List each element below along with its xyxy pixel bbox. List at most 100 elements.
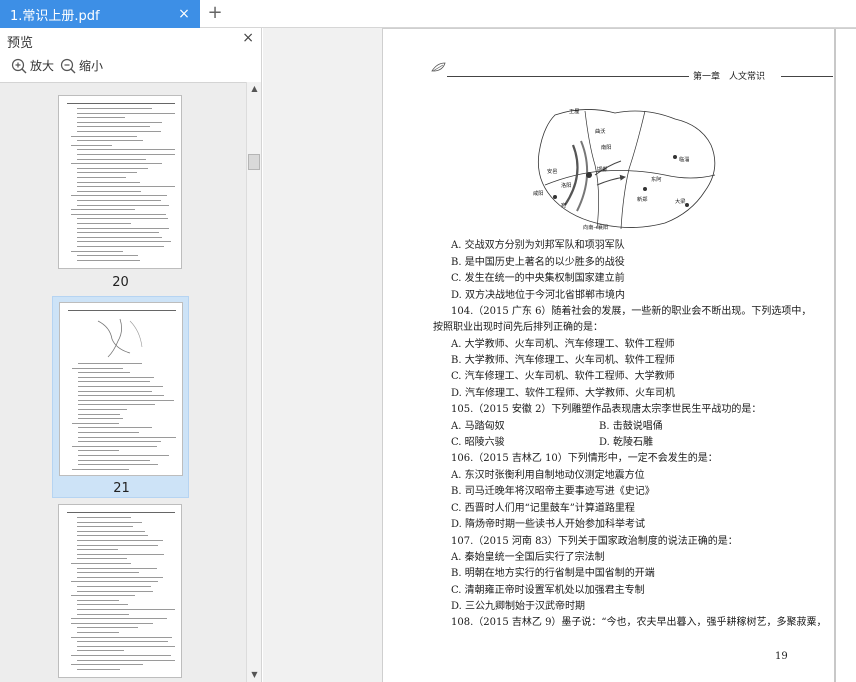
page-number: 19 <box>775 651 788 662</box>
zoom-out-icon <box>60 58 76 73</box>
thumbnail-text-line <box>72 468 129 470</box>
thumbnail-text-line <box>71 622 153 624</box>
text-line: D. 三公九卿制始于汉武帝时期 <box>451 601 586 612</box>
thumbnail-item[interactable]: 20 <box>52 95 189 295</box>
option-line: D. 乾陵石雕 <box>599 437 654 448</box>
map-label: 新郑 <box>637 195 648 203</box>
text-line: 107.（2015 河南 83）下列关于国家政治制度的说法正确的是： <box>451 536 738 547</box>
thumbnail-text-line <box>77 613 129 615</box>
thumbnail-text-line <box>77 204 169 206</box>
text-line: C. 汽车修理工、火车司机、软件工程师、大学教师 <box>451 371 675 382</box>
thumbnail-header-rule <box>67 103 175 104</box>
thumbnail-text-line <box>78 363 142 364</box>
thumbnail-text-line <box>77 126 150 128</box>
thumbnail-text-line <box>77 535 148 537</box>
thumbnail-text-line <box>71 209 135 211</box>
thumbnail-text-line <box>77 158 146 160</box>
text-line: A. 大学教师、火车司机、汽车修理工、软件工程师 <box>451 339 675 350</box>
page-edge <box>834 29 836 682</box>
thumbnail-text-line <box>77 200 161 201</box>
thumbnail-header-rule <box>67 512 175 513</box>
thumbnail-text-line <box>71 581 158 583</box>
document-tab[interactable]: 1.常识上册.pdf × <box>0 0 200 28</box>
thumbnail-text-line <box>77 517 131 518</box>
thumbnail-page-image[interactable] <box>58 95 182 269</box>
scroll-down-icon[interactable]: ▼ <box>247 668 262 682</box>
thumbnail-text-line <box>77 232 159 234</box>
text-line: 105.（2015 安徽 2）下列雕塑作品表现唐太宗李世民生平战功的是： <box>451 404 762 415</box>
text-line: A. 秦始皇统一全国后实行了宗法制 <box>451 552 605 563</box>
thumbnail-text-line <box>77 121 162 123</box>
thumbnail-text-line <box>77 227 169 229</box>
thumbnail-text-line <box>71 563 131 564</box>
thumbnail-text-line <box>77 117 125 119</box>
map-label: 王屋 <box>569 108 579 115</box>
thumbnail-text-line <box>77 590 153 592</box>
zoom-in-button[interactable]: 放大 <box>11 57 54 74</box>
text-line: C. 发生在统一的中央集权制国家建立前 <box>451 273 625 284</box>
document-view[interactable]: 第一章 人文常识 王屋 曲沃 南阳 邯郸 临淄 咸阳 洛阳 宛 东阿 大梁 新郑… <box>263 28 856 682</box>
option-line: C. 昭陵六骏 <box>451 437 505 448</box>
thumbnail-text-line <box>77 255 138 257</box>
new-tab-icon[interactable]: + <box>205 3 225 23</box>
thumbnail-page-image[interactable] <box>58 504 182 678</box>
thumbnail-text-line <box>77 223 131 224</box>
thumbnail-page-image[interactable] <box>59 302 183 476</box>
thumbnail-text-line <box>77 259 140 261</box>
zoom-out-button[interactable]: 缩小 <box>60 57 103 74</box>
thumbnail-text-line <box>77 632 119 633</box>
thumbnail-text-line <box>78 399 174 401</box>
zoom-in-label: 放大 <box>30 59 55 73</box>
text-line: 104.（2015 广东 6）随着社会的发展，一些新的职业会不断出现。下列选项中… <box>451 306 812 317</box>
thumbnail-text-line <box>77 177 126 178</box>
leaf-icon <box>431 62 446 72</box>
thumbnail-page-number: 21 <box>113 481 130 496</box>
text-line: B. 司马迁晚年将汉昭帝主要事迹写进《史记》 <box>451 486 655 497</box>
thumbnail-text-line <box>77 645 175 647</box>
thumbnail-text-line <box>77 521 142 523</box>
thumbnail-text-line <box>71 664 143 666</box>
thumbnail-text-line <box>77 609 175 610</box>
thumbnail-text-line <box>77 181 140 183</box>
thumbnail-text-line <box>78 464 158 466</box>
close-tab-icon[interactable]: × <box>176 6 192 22</box>
map-label: 邯郸 <box>597 165 607 173</box>
thumbnail-text-line <box>77 526 133 528</box>
map-label: 咸阳 <box>533 189 543 197</box>
thumbnail-text-line <box>78 404 155 406</box>
option-line: B. 击鼓说唱俑 <box>599 421 663 432</box>
thumbnail-text-line <box>78 418 123 420</box>
scrollbar-thumb[interactable] <box>248 154 260 170</box>
option-line: A. 马踏匈奴 <box>451 421 505 432</box>
text-line: 按照职业出现时间先后排列正确的是： <box>433 322 603 333</box>
thumbnail-text-line <box>72 422 119 424</box>
thumbnail-text-line <box>77 172 137 174</box>
thumbnail-text-line <box>78 455 169 456</box>
preview-title: 预览 <box>7 36 34 51</box>
text-line: 106.（2015 吉林乙 10）下列情形中，一定不会发生的是： <box>451 453 718 464</box>
thumbnail-text-line <box>77 604 128 606</box>
text-line: D. 隋炀帝时期一些读书人开始参加科举考试 <box>451 519 646 530</box>
thumbnail-text-line <box>78 436 176 438</box>
text-line: B. 大学教师、汽车修理工、火车司机、软件工程师 <box>451 355 675 366</box>
thumbnail-scrollbar[interactable]: ▲ ▼ <box>246 82 261 682</box>
thumbnail-text-line <box>77 167 148 169</box>
thumbnail-text-line <box>77 567 157 569</box>
thumbnail-text-line <box>78 386 163 387</box>
scroll-up-icon[interactable]: ▲ <box>247 82 262 96</box>
thumbnail-text-line <box>71 595 135 597</box>
thumbnail-header-rule <box>68 310 176 311</box>
preview-header: 预览 × <box>0 28 262 52</box>
thumbnail-text-line <box>77 140 143 142</box>
thumbnail-text-line <box>77 576 163 578</box>
thumbnail-text-line <box>77 154 175 155</box>
thumbnail-page-number: 20 <box>112 275 129 290</box>
thumbnail-text-line <box>77 599 119 601</box>
page-header: 第一章 人文常识 <box>693 72 766 82</box>
close-preview-icon[interactable]: × <box>242 30 254 46</box>
thumbnail-item-selected[interactable]: 21 <box>52 296 189 498</box>
preview-panel: 预览 × 放大 缩小 20 21 ▲ ▼ <box>0 28 262 682</box>
thumbnail-text-line <box>77 112 175 114</box>
thumbnail-text-line <box>71 163 162 165</box>
thumbnail-item[interactable] <box>52 504 189 682</box>
